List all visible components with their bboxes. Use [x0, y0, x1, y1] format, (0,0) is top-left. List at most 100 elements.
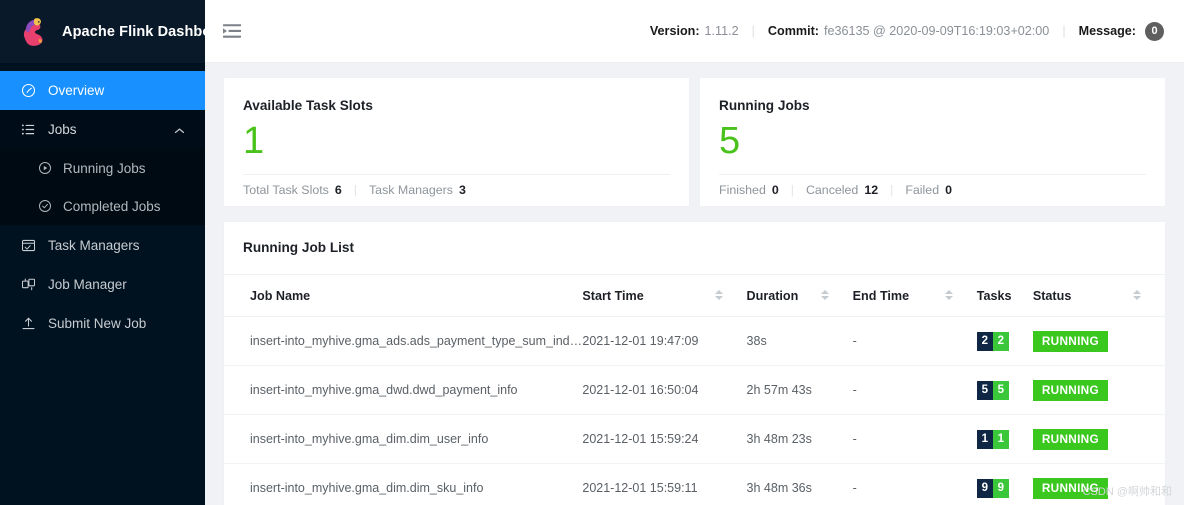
cell-job-name[interactable]: insert-into_myhive.gma_dim.dim_user_info	[224, 414, 583, 464]
sidebar-item-label: Running Jobs	[63, 160, 146, 176]
cell-duration: 2h 57m 43s	[746, 365, 853, 415]
sort-icon[interactable]	[820, 290, 829, 300]
cell-job-name[interactable]: insert-into_myhive.gma_dim.dim_sku_info	[224, 463, 583, 505]
cell-start-time: 2021-12-01 15:59:24	[582, 414, 747, 464]
version-value: 1.11.2	[704, 24, 739, 38]
brand-title: Apache Flink Dashboard	[62, 23, 205, 40]
cell-job-name[interactable]: insert-into_myhive.gma_dwd.dwd_payment_i…	[224, 365, 583, 415]
status-badge: RUNNING	[1032, 379, 1108, 401]
separator: |	[790, 183, 794, 197]
sidebar-item-label: Task Managers	[48, 238, 140, 253]
sort-icon[interactable]	[714, 290, 723, 300]
sidebar-item-submit-new-job[interactable]: Submit New Job	[0, 304, 205, 343]
tasks-running: 5	[992, 380, 1009, 400]
running-job-list-title: Running Job List	[224, 222, 1165, 275]
cell-status: RUNNING	[1032, 316, 1165, 366]
cell-duration: 3h 48m 36s	[746, 463, 853, 505]
sidebar-item-label: Jobs	[48, 122, 77, 137]
column-header-status[interactable]: Status	[1032, 274, 1165, 317]
topbar: Version: 1.11.2 | Commit: fe36135 @ 2020…	[205, 0, 1184, 63]
table-header: Job Name Start Time Duration End Time Ta…	[224, 274, 1165, 317]
brand-header: Apache Flink Dashboard	[0, 0, 205, 63]
tasks-total: 9	[976, 478, 993, 498]
cell-end-time: -	[852, 365, 977, 415]
cell-tasks: 22	[976, 316, 1033, 366]
failed-label: Failed	[905, 183, 940, 197]
jobs-submenu: Running Jobs Completed Jobs	[0, 149, 205, 225]
card-footer: Finished 0 | Canceled 12 | Failed 0	[719, 173, 1146, 206]
commit-label: Commit:	[767, 24, 819, 38]
table-row[interactable]: insert-into_myhive.gma_dwd.dwd_payment_i…	[224, 365, 1165, 415]
sidebar-item-running-jobs[interactable]: Running Jobs	[0, 149, 205, 187]
cell-tasks: 55	[976, 365, 1033, 415]
version-label: Version:	[649, 24, 700, 38]
running-job-table: Job Name Start Time Duration End Time Ta…	[224, 274, 1165, 505]
separator: |	[353, 183, 357, 197]
tasks-running: 2	[992, 331, 1009, 351]
message-count-badge[interactable]: 0	[1145, 21, 1164, 41]
tasks-running: 9	[992, 478, 1009, 498]
table-row[interactable]: insert-into_myhive.gma_dim.dim_user_info…	[224, 414, 1165, 464]
chevron-up-icon[interactable]	[174, 122, 185, 137]
separator: |	[890, 183, 894, 197]
sidebar: Apache Flink Dashboard Overview	[0, 0, 205, 505]
message-label: Message:	[1078, 24, 1136, 38]
tasks-total: 5	[976, 380, 993, 400]
total-task-slots-value: 6	[334, 183, 342, 197]
cell-tasks: 99	[976, 463, 1033, 505]
cell-duration: 38s	[746, 316, 853, 366]
finished-value: 0	[771, 183, 779, 197]
cell-start-time: 2021-12-01 16:50:04	[582, 365, 747, 415]
canceled-value: 12	[864, 183, 879, 197]
column-header-job-name[interactable]: Job Name	[224, 274, 583, 317]
card-title: Available Task Slots	[243, 98, 373, 113]
sort-icon[interactable]	[944, 290, 953, 300]
task-managers-value: 3	[459, 183, 466, 197]
commit-value: fe36135 @ 2020-09-09T16:19:03+02:00	[824, 24, 1050, 38]
sidebar-item-label: Submit New Job	[48, 316, 147, 331]
running-jobs-card: Running Jobs 5 Finished 0 | Canceled 12 …	[700, 78, 1165, 206]
running-jobs-value: 5	[719, 120, 741, 162]
available-task-slots-card: Available Task Slots 1 Total Task Slots …	[224, 78, 689, 206]
menu-fold-icon[interactable]	[223, 23, 241, 39]
status-badge: RUNNING	[1032, 428, 1108, 450]
cell-status: RUNNING	[1032, 414, 1165, 464]
cell-end-time: -	[852, 316, 977, 366]
content-area: Available Task Slots 1 Total Task Slots …	[205, 63, 1184, 505]
tasks-badge: 22	[976, 331, 1009, 351]
cell-end-time: -	[852, 463, 977, 505]
canceled-label: Canceled	[805, 183, 859, 197]
sidebar-item-completed-jobs[interactable]: Completed Jobs	[0, 187, 205, 225]
sidebar-item-label: Overview	[48, 83, 105, 98]
cell-duration: 3h 48m 23s	[746, 414, 853, 464]
task-managers-label: Task Managers	[368, 183, 454, 197]
table-row[interactable]: insert-into_myhive.gma_dim.dim_sku_info 2…	[224, 463, 1165, 505]
column-header-duration[interactable]: Duration	[746, 274, 853, 317]
column-header-end-time[interactable]: End Time	[852, 274, 977, 317]
cell-end-time: -	[852, 414, 977, 464]
finished-label: Finished	[719, 183, 766, 197]
available-task-slots-value: 1	[243, 120, 265, 162]
table-row[interactable]: insert-into_myhive.gma_ads.ads_payment_t…	[224, 316, 1165, 366]
sidebar-item-job-manager[interactable]: Job Manager	[0, 265, 205, 304]
flink-squirrel-logo	[17, 16, 51, 48]
tasks-badge: 55	[976, 380, 1009, 400]
sidebar-item-jobs[interactable]: Jobs	[0, 110, 205, 149]
sort-icon[interactable]	[1133, 290, 1141, 300]
sidebar-item-label: Job Manager	[48, 277, 127, 292]
tasks-badge: 11	[976, 429, 1009, 449]
column-header-start-time[interactable]: Start Time	[582, 274, 747, 317]
status-badge: RUNNING	[1032, 330, 1108, 352]
sidebar-item-overview[interactable]: Overview	[0, 71, 205, 110]
cell-status: RUNNING	[1032, 463, 1165, 505]
table-header-row: Job Name Start Time Duration End Time Ta…	[224, 274, 1165, 317]
topbar-info: Version: 1.11.2 | Commit: fe36135 @ 2020…	[649, 21, 1164, 41]
main-area: Version: 1.11.2 | Commit: fe36135 @ 2020…	[205, 0, 1184, 505]
sidebar-item-task-managers[interactable]: Task Managers	[0, 226, 205, 265]
check-circle-icon	[36, 198, 53, 215]
card-footer: Total Task Slots 6 | Task Managers 3	[243, 173, 670, 206]
cell-start-time: 2021-12-01 19:47:09	[582, 316, 747, 366]
cell-job-name[interactable]: insert-into_myhive.gma_ads.ads_payment_t…	[224, 316, 583, 366]
column-header-tasks[interactable]: Tasks	[976, 274, 1033, 317]
sidebar-nav: Overview Jobs Running Jobs Completed Job…	[0, 63, 205, 505]
